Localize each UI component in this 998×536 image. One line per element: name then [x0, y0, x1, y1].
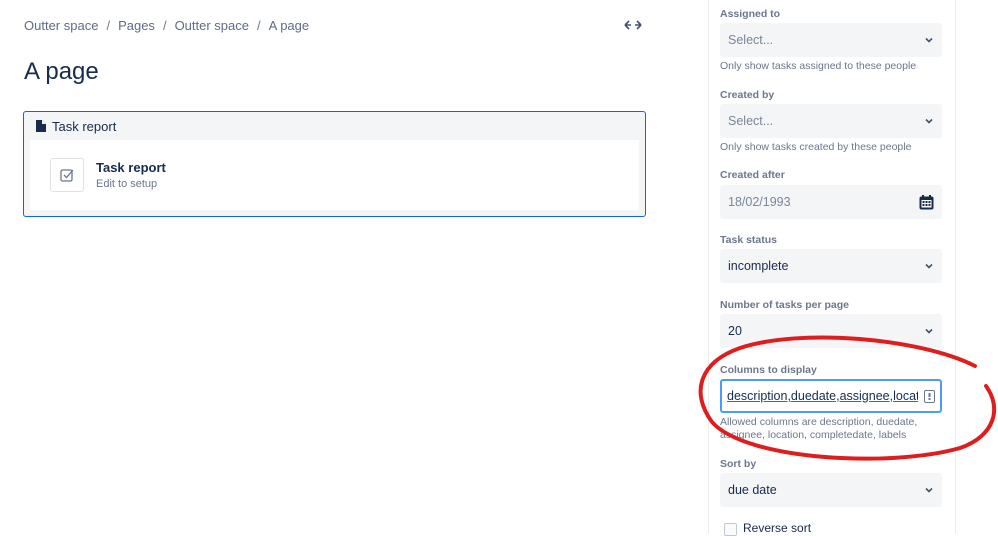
- chevron-down-icon: [925, 37, 933, 43]
- reverse-sort-checkbox[interactable]: [724, 523, 737, 536]
- reverse-sort-label: Reverse sort: [743, 521, 812, 535]
- macro-header-label: Task report: [52, 118, 117, 134]
- created-by-select[interactable]: Select...: [720, 104, 942, 138]
- macro-config-panel: Assigned to Select... Only show tasks as…: [708, 0, 956, 536]
- columns-value: description,duedate,assignee,location: [727, 389, 918, 403]
- created-by-placeholder: Select...: [728, 114, 774, 128]
- expand-width-icon[interactable]: [624, 17, 642, 33]
- task-icon-box: [50, 158, 84, 192]
- task-status-value: incomplete: [728, 259, 789, 273]
- created-after-date-input[interactable]: 18/02/1993: [720, 185, 942, 219]
- assigned-to-placeholder: Select...: [728, 33, 774, 47]
- breadcrumb: Outter space / Pages / Outter space / A …: [24, 18, 309, 33]
- page-title: A page: [24, 58, 99, 85]
- columns-input[interactable]: description,duedate,assignee,location: [720, 379, 942, 413]
- macro-title: Task report: [96, 160, 166, 175]
- task-report-macro[interactable]: Task report Task report Edit to setup: [23, 111, 646, 217]
- assigned-to-label: Assigned to: [720, 8, 781, 20]
- chevron-down-icon: [925, 487, 933, 493]
- tasks-per-page-value: 20: [728, 324, 742, 338]
- task-status-select[interactable]: incomplete: [720, 249, 942, 283]
- macro-subtitle: Edit to setup: [96, 178, 158, 190]
- breadcrumb-item-pages[interactable]: Pages: [118, 18, 155, 33]
- breadcrumb-item-space[interactable]: Outter space: [24, 18, 98, 33]
- tasks-per-page-select[interactable]: 20: [720, 314, 942, 348]
- created-by-hint: Only show tasks created by these people: [720, 141, 912, 153]
- chevron-down-icon: [925, 263, 933, 269]
- macro-header: Task report: [24, 112, 645, 140]
- assigned-to-select[interactable]: Select...: [720, 23, 942, 57]
- chevron-down-icon: [925, 118, 933, 124]
- breadcrumb-item-current[interactable]: A page: [269, 18, 310, 33]
- password-manager-icon[interactable]: [924, 389, 935, 403]
- task-status-label: Task status: [720, 234, 777, 246]
- calendar-icon[interactable]: [919, 194, 934, 210]
- columns-hint: Allowed columns are description, duedate…: [720, 416, 918, 441]
- breadcrumb-separator: /: [106, 18, 111, 33]
- created-after-value: 18/02/1993: [728, 195, 791, 209]
- document-icon: [36, 120, 46, 132]
- columns-label: Columns to display: [720, 364, 817, 376]
- macro-body: Task report Edit to setup: [30, 140, 639, 210]
- assigned-to-hint: Only show tasks assigned to these people: [720, 60, 917, 72]
- checkbox-icon: [60, 169, 74, 182]
- breadcrumb-item-parent[interactable]: Outter space: [175, 18, 249, 33]
- sort-by-value: due date: [728, 483, 777, 497]
- breadcrumb-separator: /: [257, 18, 261, 33]
- chevron-down-icon: [925, 328, 933, 334]
- sort-by-select[interactable]: due date: [720, 473, 942, 507]
- sort-by-label: Sort by: [720, 458, 757, 470]
- tasks-per-page-label: Number of tasks per page: [720, 299, 849, 311]
- created-by-label: Created by: [720, 89, 775, 101]
- breadcrumb-separator: /: [162, 18, 167, 33]
- created-after-label: Created after: [720, 169, 785, 181]
